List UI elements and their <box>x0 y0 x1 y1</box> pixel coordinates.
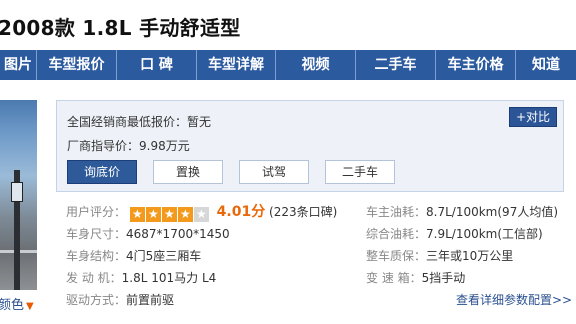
drive-value: 前置前驱 <box>126 293 175 307</box>
rating-stars: ★ ★ ★ ★ ★ <box>129 204 210 224</box>
msrp-row: 厂商指导价：9.98万元 <box>67 137 190 154</box>
star-icon: ★ <box>129 207 145 222</box>
star-icon: ★ <box>177 207 193 222</box>
main-nav: 图片 车型报价 口 碑 车型详解 视频 二手车 车主价格 知道 <box>0 50 576 80</box>
title-bar: 2008款 1.8L 手动舒适型 <box>0 0 576 50</box>
gearbox-value: 5挡手动 <box>421 271 466 285</box>
review-count-link[interactable]: (223条口碑) <box>269 205 337 219</box>
dealer-price-label: 全国经销商最低报价： <box>67 115 188 129</box>
spec-row-rating: 用户评分： ★ ★ ★ ★ ★ 4.01分 (223条口碑) 车主油耗：8.7L/100… <box>66 202 576 222</box>
color-selector-link[interactable]: 颜色 ▼ <box>0 294 34 313</box>
warranty-value: 三年或10万公里 <box>426 249 514 263</box>
engine-label: 发 动 机： <box>66 271 122 285</box>
nav-tab-video[interactable]: 视频 <box>276 50 356 80</box>
car-photo-thumbnail[interactable] <box>0 100 37 290</box>
spec-row-drive: 驱动方式：前置前驱 查看详细参数配置>> <box>66 290 576 310</box>
nav-tab-owner-prices[interactable]: 车主价格 <box>436 50 516 80</box>
engine-value: 1.8L 101马力 L4 <box>121 271 217 285</box>
used-car-button[interactable]: 二手车 <box>325 160 395 184</box>
detailed-specs-link[interactable]: 查看详细参数配置>> <box>456 290 572 310</box>
msrp-value: 9.98万元 <box>139 139 190 153</box>
color-link-label: 颜色 <box>0 298 25 313</box>
nav-tab-prices[interactable]: 车型报价 <box>37 50 117 80</box>
nav-tab-reviews[interactable]: 口 碑 <box>117 50 197 80</box>
dealer-price-value: 暂无 <box>187 115 212 129</box>
rating-label: 用户评分： <box>66 205 127 219</box>
nav-tab-used-cars[interactable]: 二手车 <box>356 50 436 80</box>
combined-fuel-value: 7.9L/100km(工信部) <box>426 227 543 241</box>
test-drive-button[interactable]: 试驾 <box>239 160 309 184</box>
gearbox-label: 变 速 箱： <box>366 271 422 285</box>
nav-tab-photos[interactable]: 图片 <box>0 50 37 80</box>
owner-fuel-value[interactable]: 8.7L/100km(97人均值) <box>426 202 558 222</box>
price-box: 全国经销商最低报价：暂无 厂商指导价：9.98万元 +对比 询底价 置换 试驾 … <box>56 100 564 192</box>
inquire-price-button[interactable]: 询底价 <box>67 160 137 184</box>
page-title: 2008款 1.8L 手动舒适型 <box>0 16 241 40</box>
star-empty-icon: ★ <box>193 207 209 222</box>
nav-tab-zhidao[interactable]: 知道 <box>516 50 576 80</box>
nav-tab-details[interactable]: 车型详解 <box>197 50 276 80</box>
trade-in-button[interactable]: 置换 <box>153 160 223 184</box>
owner-fuel-label: 车主油耗： <box>366 205 427 219</box>
star-icon: ★ <box>161 207 177 222</box>
caret-down-icon: ▼ <box>26 301 34 312</box>
spec-row-body: 车身结构：4门5座三厢车 整车质保：三年或10万公里 <box>66 246 576 266</box>
dealer-price-row: 全国经销商最低报价：暂无 <box>67 113 211 130</box>
body-size-label: 车身尺寸： <box>66 227 127 241</box>
compare-button[interactable]: +对比 <box>509 107 557 127</box>
body-structure-value: 4门5座三厢车 <box>126 249 202 263</box>
body-size-value: 4687*1700*1450 <box>126 227 230 241</box>
drive-label: 驱动方式： <box>66 293 127 307</box>
msrp-label: 厂商指导价： <box>67 139 140 153</box>
warranty-label: 整车质保： <box>366 249 427 263</box>
spec-row-engine: 发 动 机：1.8L 101马力 L4 变 速 箱：5挡手动 <box>66 268 576 288</box>
combined-fuel-label: 综合油耗： <box>366 227 427 241</box>
lamp-light <box>11 182 23 202</box>
spec-row-size: 车身尺寸：4687*1700*1450 综合油耗：7.9L/100km(工信部) <box>66 224 576 244</box>
rating-score: 4.01分 <box>216 204 266 220</box>
body-structure-label: 车身结构： <box>66 249 127 263</box>
star-icon: ★ <box>145 207 161 222</box>
